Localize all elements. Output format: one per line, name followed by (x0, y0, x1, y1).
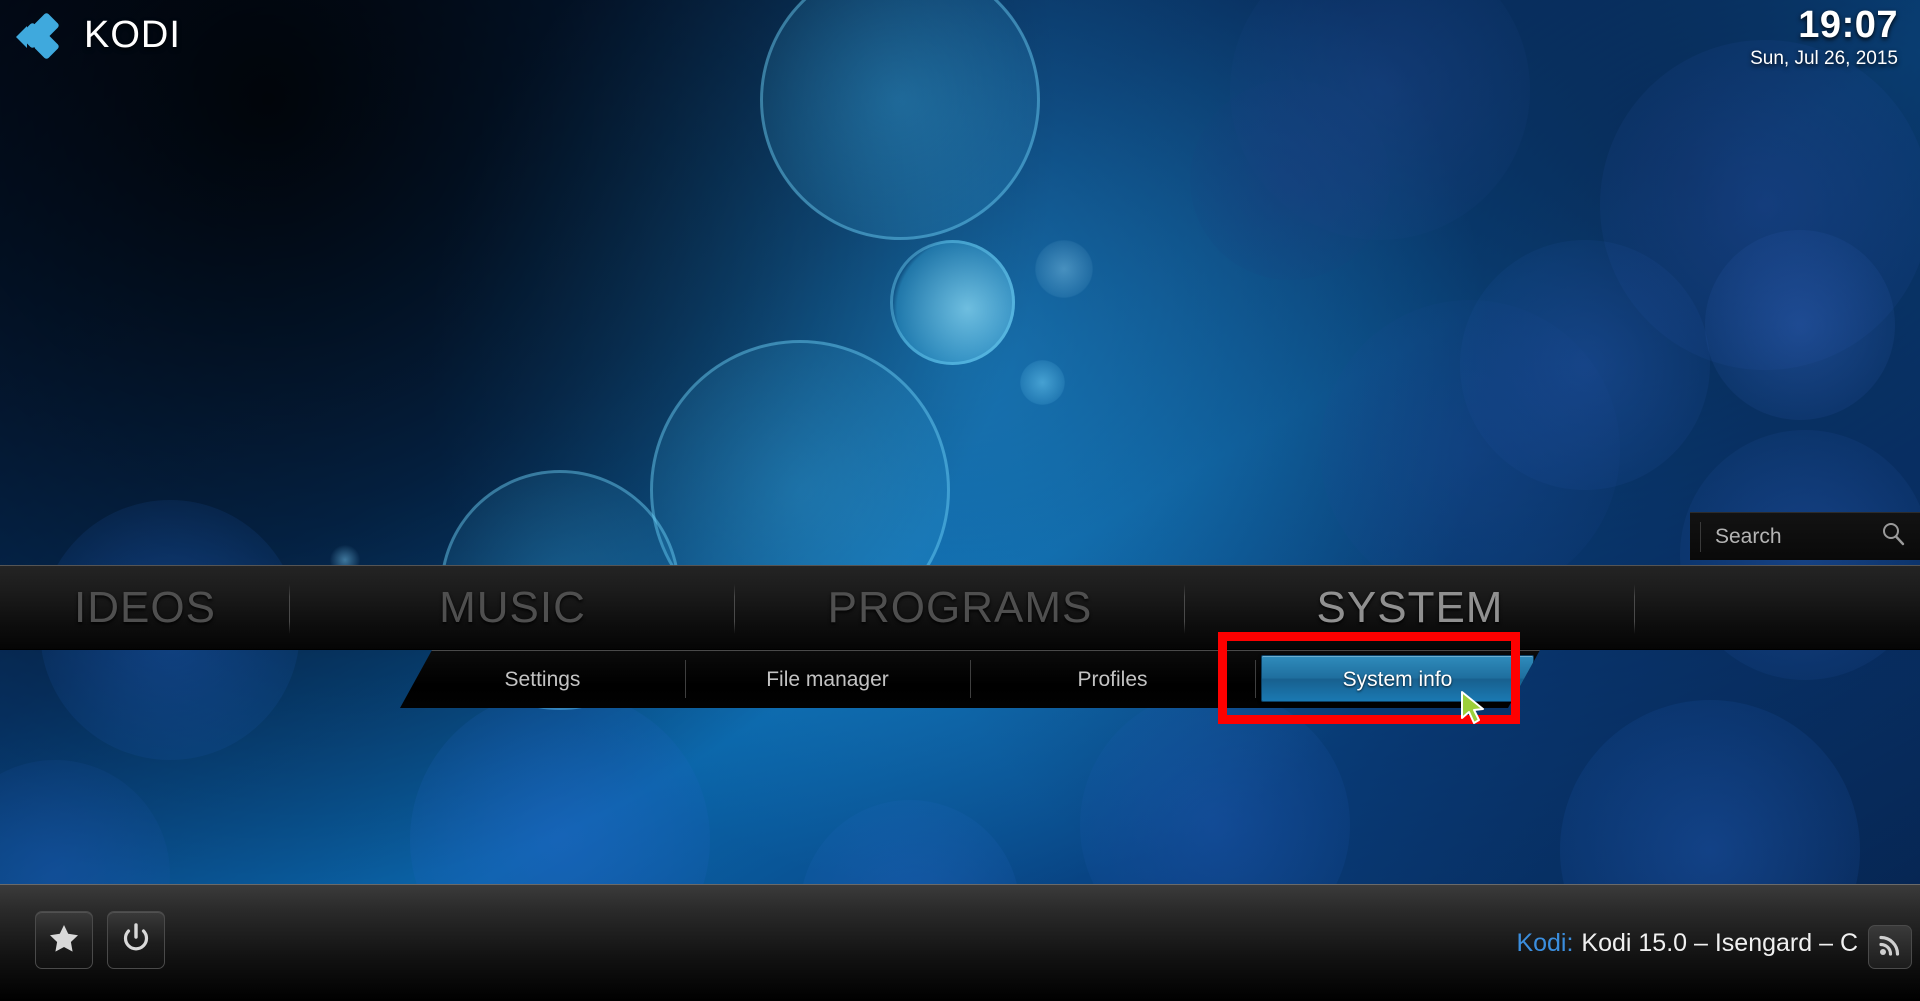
sub-menu-label: Profiles (1077, 667, 1148, 691)
power-button[interactable] (107, 911, 165, 969)
bottom-bar: Kodi: Kodi 15.0 – Isengard – C (0, 884, 1920, 1001)
status-prefix: Kodi: (1516, 929, 1574, 957)
main-menu-item-music[interactable]: MUSIC (290, 566, 735, 649)
main-menu-label: PROGRAMS (827, 582, 1093, 632)
kodi-logo-text: KODI (84, 14, 181, 56)
sub-menu-item-file-manager[interactable]: File manager (685, 651, 970, 708)
clock-date: Sun, Jul 26, 2015 (1750, 48, 1898, 69)
sub-menu-label: System info (1342, 667, 1453, 691)
sub-menu-item-system-info[interactable]: System info (1255, 651, 1540, 708)
magnifier-icon[interactable] (1880, 521, 1906, 552)
kodi-home-screen: KODI 19:07 Sun, Jul 26, 2015 Search IDEO… (0, 0, 1920, 1001)
status-text: Kodi: Kodi 15.0 – Isengard – C (1516, 885, 1858, 1001)
sub-menu-item-settings[interactable]: Settings (400, 651, 685, 708)
wallpaper-background (0, 0, 1920, 1001)
sub-menu-wrapper: Settings File manager Profiles System in… (0, 650, 1920, 710)
sub-menu-separator (400, 660, 401, 698)
search-divider (1700, 521, 1701, 552)
main-menu-item-videos[interactable]: IDEOS (0, 566, 290, 649)
bottom-bar-buttons (35, 911, 165, 969)
rss-feed-button[interactable] (1868, 925, 1912, 969)
sub-menu-item-profiles[interactable]: Profiles (970, 651, 1255, 708)
sub-menu-separator (970, 660, 971, 698)
power-icon (120, 922, 152, 959)
menu-separator (1634, 584, 1635, 634)
main-menu-item-system[interactable]: SYSTEM (1185, 566, 1635, 649)
sub-menu-label: Settings (504, 667, 581, 691)
kodi-logo: KODI (16, 11, 181, 60)
main-menu-bar: IDEOS MUSIC PROGRAMS SYSTEM (0, 565, 1920, 650)
main-menu-label: SYSTEM (1316, 582, 1504, 632)
sub-menu-separator (685, 660, 686, 698)
sub-menu-label: File manager (766, 667, 889, 691)
favourites-button[interactable] (35, 911, 93, 969)
sub-menu-bar: Settings File manager Profiles System in… (400, 650, 1540, 708)
rss-feed-icon (1877, 932, 1903, 963)
main-menu-item-programs[interactable]: PROGRAMS (735, 566, 1185, 649)
search-box[interactable]: Search (1690, 512, 1920, 560)
search-input[interactable]: Search (1715, 525, 1880, 549)
arrow-pointer-cursor (1460, 690, 1490, 733)
star-icon (48, 922, 80, 959)
status-message: Kodi 15.0 – Isengard – C (1581, 929, 1858, 957)
main-menu-label: IDEOS (74, 582, 216, 632)
clock-time: 19:07 (1798, 4, 1898, 46)
kodi-diamond-logo-icon (16, 11, 70, 60)
sub-menu-separator (1255, 660, 1256, 698)
main-menu-label: MUSIC (439, 582, 586, 632)
clock: 19:07 Sun, Jul 26, 2015 (1750, 4, 1898, 71)
